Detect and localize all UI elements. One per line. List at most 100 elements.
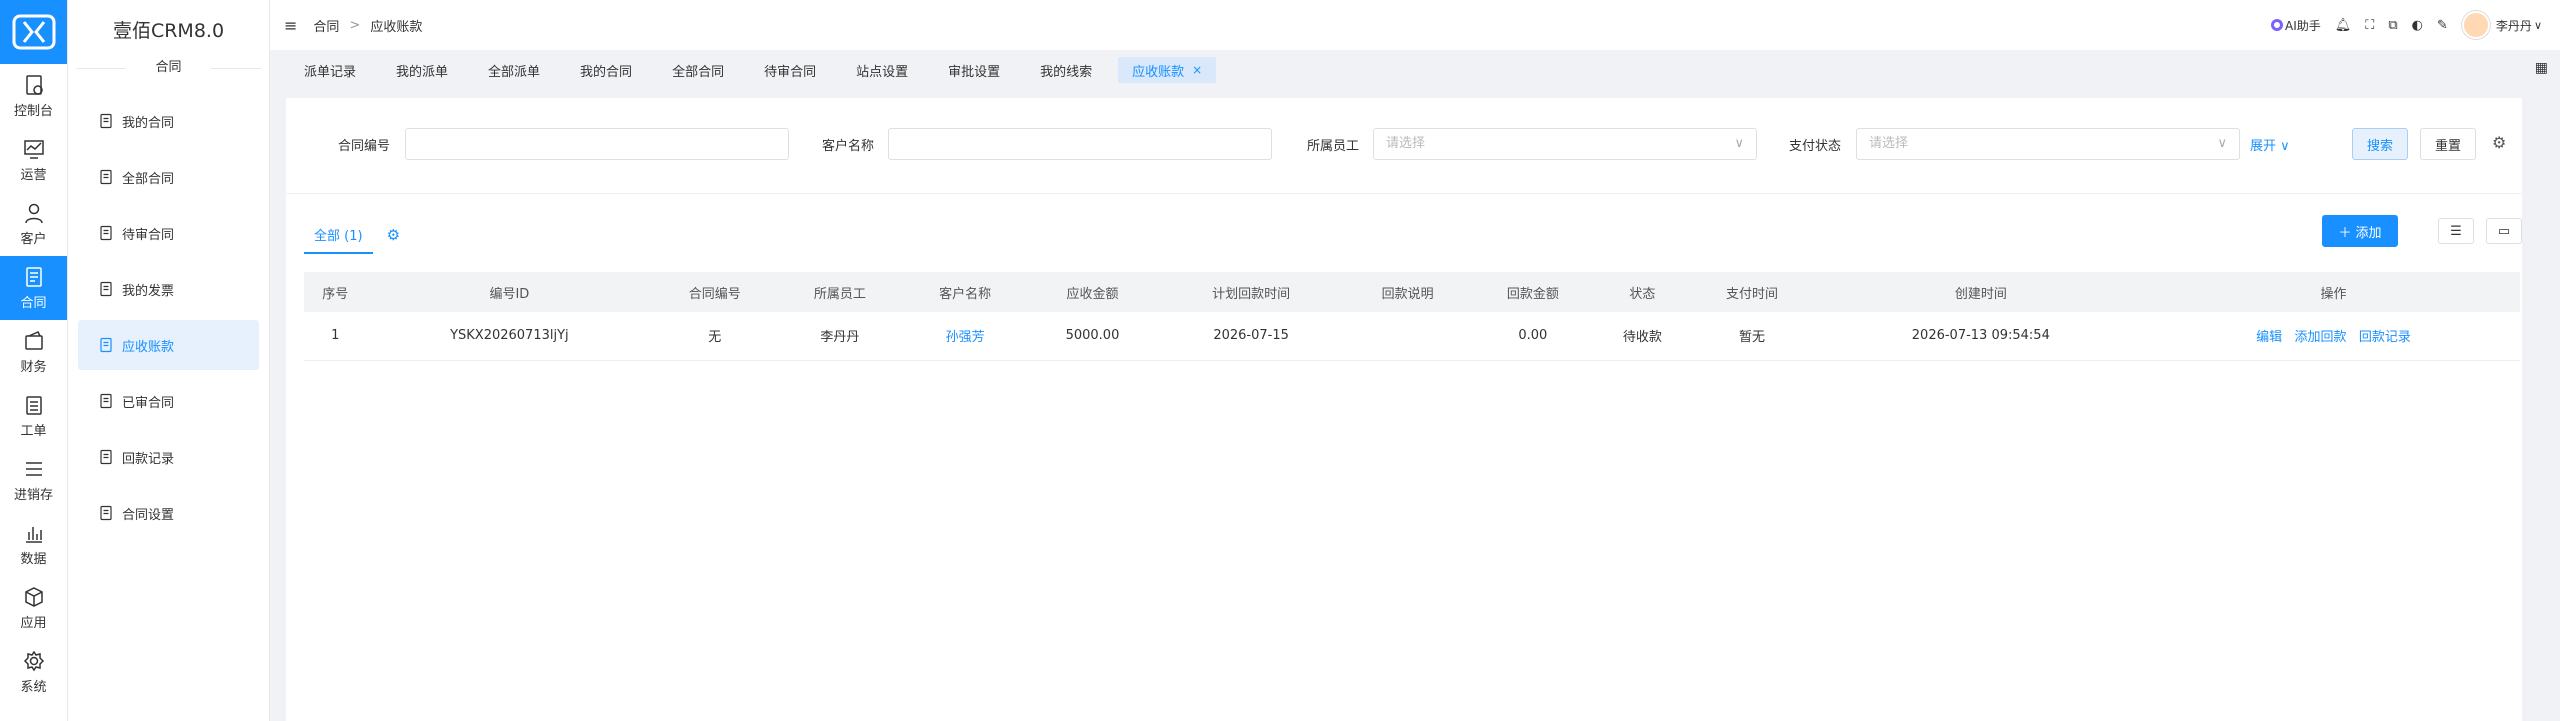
page-tab[interactable]: 站点设置	[842, 57, 922, 83]
document-icon	[100, 505, 112, 521]
page-tab[interactable]: 审批设置	[934, 57, 1014, 83]
column-header: 创建时间	[1814, 272, 2148, 312]
page-tab[interactable]: 应收账款 ×	[1118, 57, 1217, 83]
submenu-item[interactable]: 已审合同	[78, 376, 259, 426]
add-payment-link[interactable]: 添加回款	[2295, 330, 2347, 345]
page-tab[interactable]: 全部派单	[474, 57, 554, 83]
edit-link[interactable]: 编辑	[2256, 330, 2282, 345]
rail-item[interactable]: 客户	[0, 192, 67, 256]
rail-item[interactable]: 数据	[0, 512, 67, 576]
column-header: 应收金额	[1027, 272, 1158, 312]
user-name: 李丹丹	[2495, 18, 2532, 33]
page-tab[interactable]: 我的线索	[1026, 57, 1106, 83]
cell-actions: 编辑 添加回款 回款记录	[2147, 312, 2520, 361]
cell-customer[interactable]: 孙强芳	[902, 312, 1028, 361]
submenu-item[interactable]: 我的发票	[78, 264, 259, 314]
submenu-item-label: 已审合同	[122, 395, 175, 411]
chart-monitor-icon	[23, 139, 44, 159]
subtab-all[interactable]: 全部 (1)	[304, 216, 373, 254]
page-tab[interactable]: 我的派单	[382, 57, 462, 83]
page-tab[interactable]: 派单记录	[290, 57, 370, 83]
page-tab-label: 全部合同	[672, 64, 725, 80]
rail-item-label: 控制台	[13, 103, 53, 119]
column-header: 回款说明	[1345, 272, 1471, 312]
contract-no-input[interactable]	[405, 128, 789, 160]
document-icon	[100, 393, 112, 409]
rail-item-label: 客户	[20, 231, 47, 247]
gear-icon[interactable]: ⚙	[387, 226, 400, 244]
translate-icon[interactable]: ⧉	[2388, 18, 2397, 33]
cell-created: 2026-07-13 09:54:54	[1814, 312, 2148, 361]
pay-status-select[interactable]: 请选择 ∨	[1856, 128, 2240, 160]
palette-icon[interactable]: ◐	[2412, 18, 2423, 33]
logo-icon	[12, 14, 55, 50]
user-menu[interactable]: 李丹丹 ∨	[2461, 11, 2542, 39]
search-button[interactable]: 搜索	[2352, 128, 2408, 160]
settings-icon	[23, 650, 44, 671]
column-settings-icon[interactable]: ☰	[2438, 218, 2474, 244]
rail-item[interactable]: 合同	[0, 256, 67, 320]
rail-item[interactable]: 财务	[0, 320, 67, 384]
contract-no-label: 合同编号	[338, 139, 391, 154]
breadcrumb: 合同 > 应收账款	[313, 16, 432, 35]
bell-icon[interactable]: 🔔︎	[2335, 18, 2352, 33]
expand-toggle[interactable]: 展开 ∨	[2250, 135, 2290, 154]
add-button[interactable]: ＋ 添加	[2322, 215, 2398, 247]
rail-item[interactable]: 控制台	[0, 64, 67, 128]
submenu-item[interactable]: 全部合同	[78, 152, 259, 202]
ai-assistant-button[interactable]: AI助手	[2271, 17, 2321, 34]
page-tab-label: 派单记录	[304, 64, 357, 80]
pay-status-label: 支付状态	[1789, 139, 1842, 154]
customer-name-input[interactable]	[888, 128, 1272, 160]
bar-chart-icon	[25, 526, 42, 543]
rail-item[interactable]: 工单	[0, 384, 67, 448]
cell-contract-no: 无	[652, 312, 778, 361]
page-tab[interactable]: 全部合同	[658, 57, 738, 83]
page-tab-label: 我的线索	[1040, 64, 1093, 80]
rail-item-label: 进销存	[13, 487, 53, 503]
document-icon	[100, 225, 112, 241]
pay-status-placeholder: 请选择	[1869, 136, 1909, 151]
submenu-item-label: 回款记录	[122, 451, 175, 467]
submenu-item[interactable]: 待审合同	[78, 208, 259, 258]
cell-note	[1345, 312, 1471, 361]
submenu-item[interactable]: 合同设置	[78, 488, 259, 538]
reset-button[interactable]: 重置	[2420, 128, 2476, 160]
rail-item[interactable]: 进销存	[0, 448, 67, 512]
submenu-item-label: 我的发票	[122, 283, 175, 299]
submenu-item[interactable]: 我的合同	[78, 96, 259, 146]
rail-item[interactable]: 运营	[0, 128, 67, 192]
folder-icon[interactable]: ▭	[2486, 218, 2522, 244]
filter-settings-gear-icon[interactable]: ⚙	[2492, 133, 2506, 152]
submenu-item-label: 全部合同	[122, 171, 175, 187]
page-tab[interactable]: 待审合同	[750, 57, 830, 83]
app-title: 壹佰CRM8.0	[112, 19, 225, 42]
cell-received: 0.00	[1470, 312, 1596, 361]
employee-select[interactable]: 请选择 ∨	[1373, 128, 1757, 160]
document-icon	[25, 266, 42, 287]
cell-employee: 李丹丹	[777, 312, 903, 361]
chevron-down-icon: ∨	[2217, 136, 2227, 151]
page-tab-label: 全部派单	[488, 64, 541, 80]
menu-toggle-icon[interactable]: ≡	[284, 16, 297, 35]
rail-item[interactable]: 系统	[0, 640, 67, 704]
table-header: 序号 编号ID 合同编号 所属员工 客户名称 应收金额 计划回款时间 回款说明 回款金额 状态 支付…	[304, 272, 2520, 312]
employee-select-placeholder: 请选择	[1386, 136, 1426, 151]
fullscreen-icon[interactable]: ⛶	[2365, 18, 2374, 33]
divider	[286, 193, 2522, 194]
rail-item-label: 运营	[20, 167, 47, 183]
app-logo[interactable]	[0, 0, 67, 64]
submenu-item[interactable]: 回款记录	[78, 432, 259, 482]
grid-icon[interactable]: ▦	[2535, 60, 2548, 76]
breadcrumb-item[interactable]: 合同	[313, 16, 339, 35]
rail-item[interactable]: 应用	[0, 576, 67, 640]
document-icon	[100, 449, 112, 465]
theme-icon[interactable]: ✎	[2437, 18, 2448, 33]
submenu-item[interactable]: 应收账款	[78, 320, 259, 370]
page-tab[interactable]: 我的合同	[566, 57, 646, 83]
dashboard-icon	[25, 74, 43, 95]
page-tab-label: 我的合同	[580, 64, 633, 80]
cell-plan-date: 2026-07-15	[1157, 312, 1346, 361]
close-icon[interactable]: ×	[1192, 63, 1202, 77]
payment-records-link[interactable]: 回款记录	[2359, 330, 2411, 345]
